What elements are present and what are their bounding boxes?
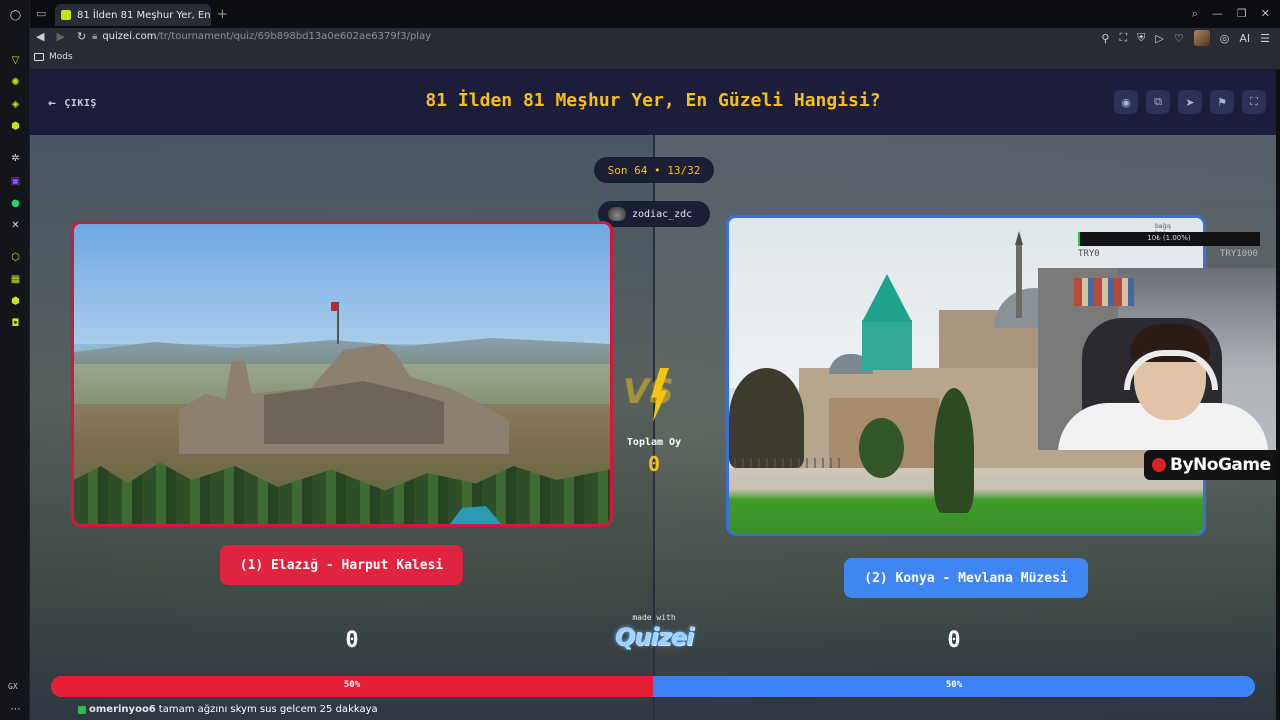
photo-green-tower xyxy=(862,320,912,370)
option-left-button[interactable]: (1) Elazığ - Harput Kalesi xyxy=(220,545,463,585)
vote-split-bar: 50% 50% xyxy=(51,676,1255,697)
sidebar-player-icon[interactable]: ▦ xyxy=(9,273,22,286)
avatar xyxy=(608,207,626,221)
whatsapp-icon[interactable]: ● xyxy=(9,197,22,210)
tab-bar: ▭ 81 İlden 81 Meşhur Yer, En + ⌕ — ❐ ✕ xyxy=(30,0,1280,28)
flag-icon[interactable]: ⚑ xyxy=(1210,90,1234,114)
sidebar-settings-icon[interactable]: ◘ xyxy=(9,317,22,330)
photo-sky xyxy=(74,224,610,344)
new-tab-button[interactable]: + xyxy=(217,7,228,22)
arrow-left-icon: ← xyxy=(48,96,57,111)
profile-avatar[interactable] xyxy=(1193,30,1210,46)
donation-goal-max: TRY1000 xyxy=(1220,249,1258,259)
gx-control-icon[interactable]: ✺ xyxy=(9,76,22,89)
bookmarks-bar: Mods xyxy=(30,48,1280,70)
play-icon[interactable]: ▷ xyxy=(1155,32,1163,45)
donation-goal-bar: 10₺ (1.00%) xyxy=(1078,232,1260,246)
close-icon[interactable]: ✕ xyxy=(1261,7,1270,21)
toolbar-right: ⚲ ⛶ ⛨ ▷ ♡ ◎ AI ☰ xyxy=(1101,30,1270,46)
option-right-button[interactable]: (2) Konya - Mevlana Müzesi xyxy=(844,558,1088,598)
gx-corner-icon[interactable]: ▽ xyxy=(9,54,22,67)
folder-icon xyxy=(34,53,44,61)
share-icon[interactable]: ⧉ xyxy=(1146,90,1170,114)
photo-bush xyxy=(859,418,904,478)
webcam-feed xyxy=(1038,268,1280,450)
vs-icon: VS xyxy=(623,368,689,424)
quizei-logo: Quizei xyxy=(614,623,694,651)
bookmark-label: Mods xyxy=(49,52,73,62)
photo-tree xyxy=(729,368,804,468)
tab-title: 81 İlden 81 Meşhur Yer, En xyxy=(77,9,211,21)
vote-percent-right: 50% xyxy=(945,680,963,690)
opera-gx-logo-icon[interactable]: ◯ xyxy=(9,9,22,22)
photo-cypress xyxy=(934,388,974,513)
menu-icon[interactable]: ☰ xyxy=(1260,32,1270,45)
address-bar: ◀ ▶ ↻ 🔒︎ quizei.com/tr/tournament/quiz/6… xyxy=(30,28,1280,48)
url-path: /tr/tournament/quiz/69b898bd13a0e602ae63… xyxy=(156,31,432,42)
page-scrollbar[interactable] xyxy=(1276,70,1280,720)
fullscreen-icon[interactable]: ⛶ xyxy=(1242,90,1266,114)
send-icon[interactable]: ➤ xyxy=(1178,90,1202,114)
bookmark-mods[interactable]: Mods xyxy=(34,52,73,62)
brand-name: ByNoGame xyxy=(1170,455,1271,475)
chatgpt-icon[interactable]: ✲ xyxy=(9,152,22,165)
browser-sidebar: ◯ ▽ ✺ ◈ ⬢ ✲ ▣ ● ✕ ⬡ ▦ ⬢ ◘ GX ⋯ xyxy=(0,0,30,720)
brand-logo-icon xyxy=(1152,458,1166,472)
twitch-icon[interactable]: ▣ xyxy=(9,175,22,188)
creator-username: zodiac_zdc xyxy=(632,208,693,220)
gx-mods-icon[interactable]: ⬢ xyxy=(9,120,22,133)
option-left-image[interactable] xyxy=(71,221,613,527)
option-right-votes: 0 xyxy=(947,628,961,653)
x-icon[interactable]: ✕ xyxy=(9,219,22,232)
photo-flag xyxy=(331,302,339,344)
ai-button[interactable]: AI xyxy=(1239,32,1250,45)
sidebar-extension-icon[interactable]: ⬡ xyxy=(9,251,22,264)
gx-label: GX xyxy=(8,682,18,691)
tab-active[interactable]: 81 İlden 81 Meşhur Yer, En xyxy=(55,4,211,26)
vpn-icon[interactable]: ◎ xyxy=(1220,32,1230,45)
chat-text: tamam ağzını skym sus gelcem 25 dakkaya xyxy=(158,704,378,715)
vote-percent-left: 50% xyxy=(343,680,361,690)
nav-buttons: ◀ ▶ ↻ xyxy=(36,30,86,43)
total-votes-value: 0 xyxy=(647,452,661,476)
round-indicator: Son 64 • 13/32 xyxy=(594,157,714,183)
donation-goal-text: 10₺ (1.00%) xyxy=(1147,234,1191,242)
url-field[interactable]: 🔒︎ quizei.com/tr/tournament/quiz/69b898b… xyxy=(92,31,431,42)
tab-list-icon[interactable]: ▭ xyxy=(36,7,46,20)
gx-cleaner-icon[interactable]: ◈ xyxy=(9,98,22,111)
exit-label: ÇIKIŞ xyxy=(64,98,97,109)
pin-icon[interactable]: ⚲ xyxy=(1101,32,1109,45)
more-icon[interactable]: ⋯ xyxy=(9,703,22,716)
minimize-icon[interactable]: — xyxy=(1212,7,1223,21)
made-with-text: made with xyxy=(632,613,676,622)
sidebar-cube-icon[interactable]: ⬢ xyxy=(9,295,22,308)
quiz-title: 81 İlden 81 Meşhur Yer, En Güzeli Hangis… xyxy=(425,90,881,111)
chat-message: omerinyoo6 tamam ağzını skym sus gelcem … xyxy=(78,704,378,715)
quiz-header: ← ÇIKIŞ 81 İlden 81 Meşhur Yer, En Güzel… xyxy=(30,70,1276,135)
option-left-votes: 0 xyxy=(345,628,359,653)
url-host: quizei.com xyxy=(102,31,157,42)
forward-icon[interactable]: ▶ xyxy=(56,30,64,43)
window-controls: ⌕ — ❐ ✕ xyxy=(1192,7,1270,21)
donation-goal-min: TRY0 xyxy=(1078,249,1100,259)
photo-minaret xyxy=(1016,243,1022,318)
eye-icon[interactable]: ◉ xyxy=(1114,90,1138,114)
exit-button[interactable]: ← ÇIKIŞ xyxy=(48,96,97,111)
header-actions: ◉ ⧉ ➤ ⚑ ⛶ xyxy=(1114,90,1266,114)
creator-badge[interactable]: zodiac_zdc xyxy=(598,201,710,227)
reload-icon[interactable]: ↻ xyxy=(77,30,86,43)
maximize-icon[interactable]: ❐ xyxy=(1237,7,1247,21)
back-icon[interactable]: ◀ xyxy=(36,30,44,43)
lock-icon: 🔒︎ xyxy=(92,31,98,42)
shield-icon[interactable]: ⛨ xyxy=(1137,31,1145,45)
favicon-icon xyxy=(61,10,71,20)
chat-badge-icon xyxy=(78,705,86,714)
chat-username: omerinyoo6 xyxy=(89,704,156,715)
total-votes-label: Toplam Oy xyxy=(626,437,682,448)
search-icon[interactable]: ⌕ xyxy=(1192,7,1198,21)
snapshot-icon[interactable]: ⛶ xyxy=(1119,31,1127,45)
heart-icon[interactable]: ♡ xyxy=(1174,32,1184,45)
streamer-brand: ByNoGame xyxy=(1144,450,1280,480)
